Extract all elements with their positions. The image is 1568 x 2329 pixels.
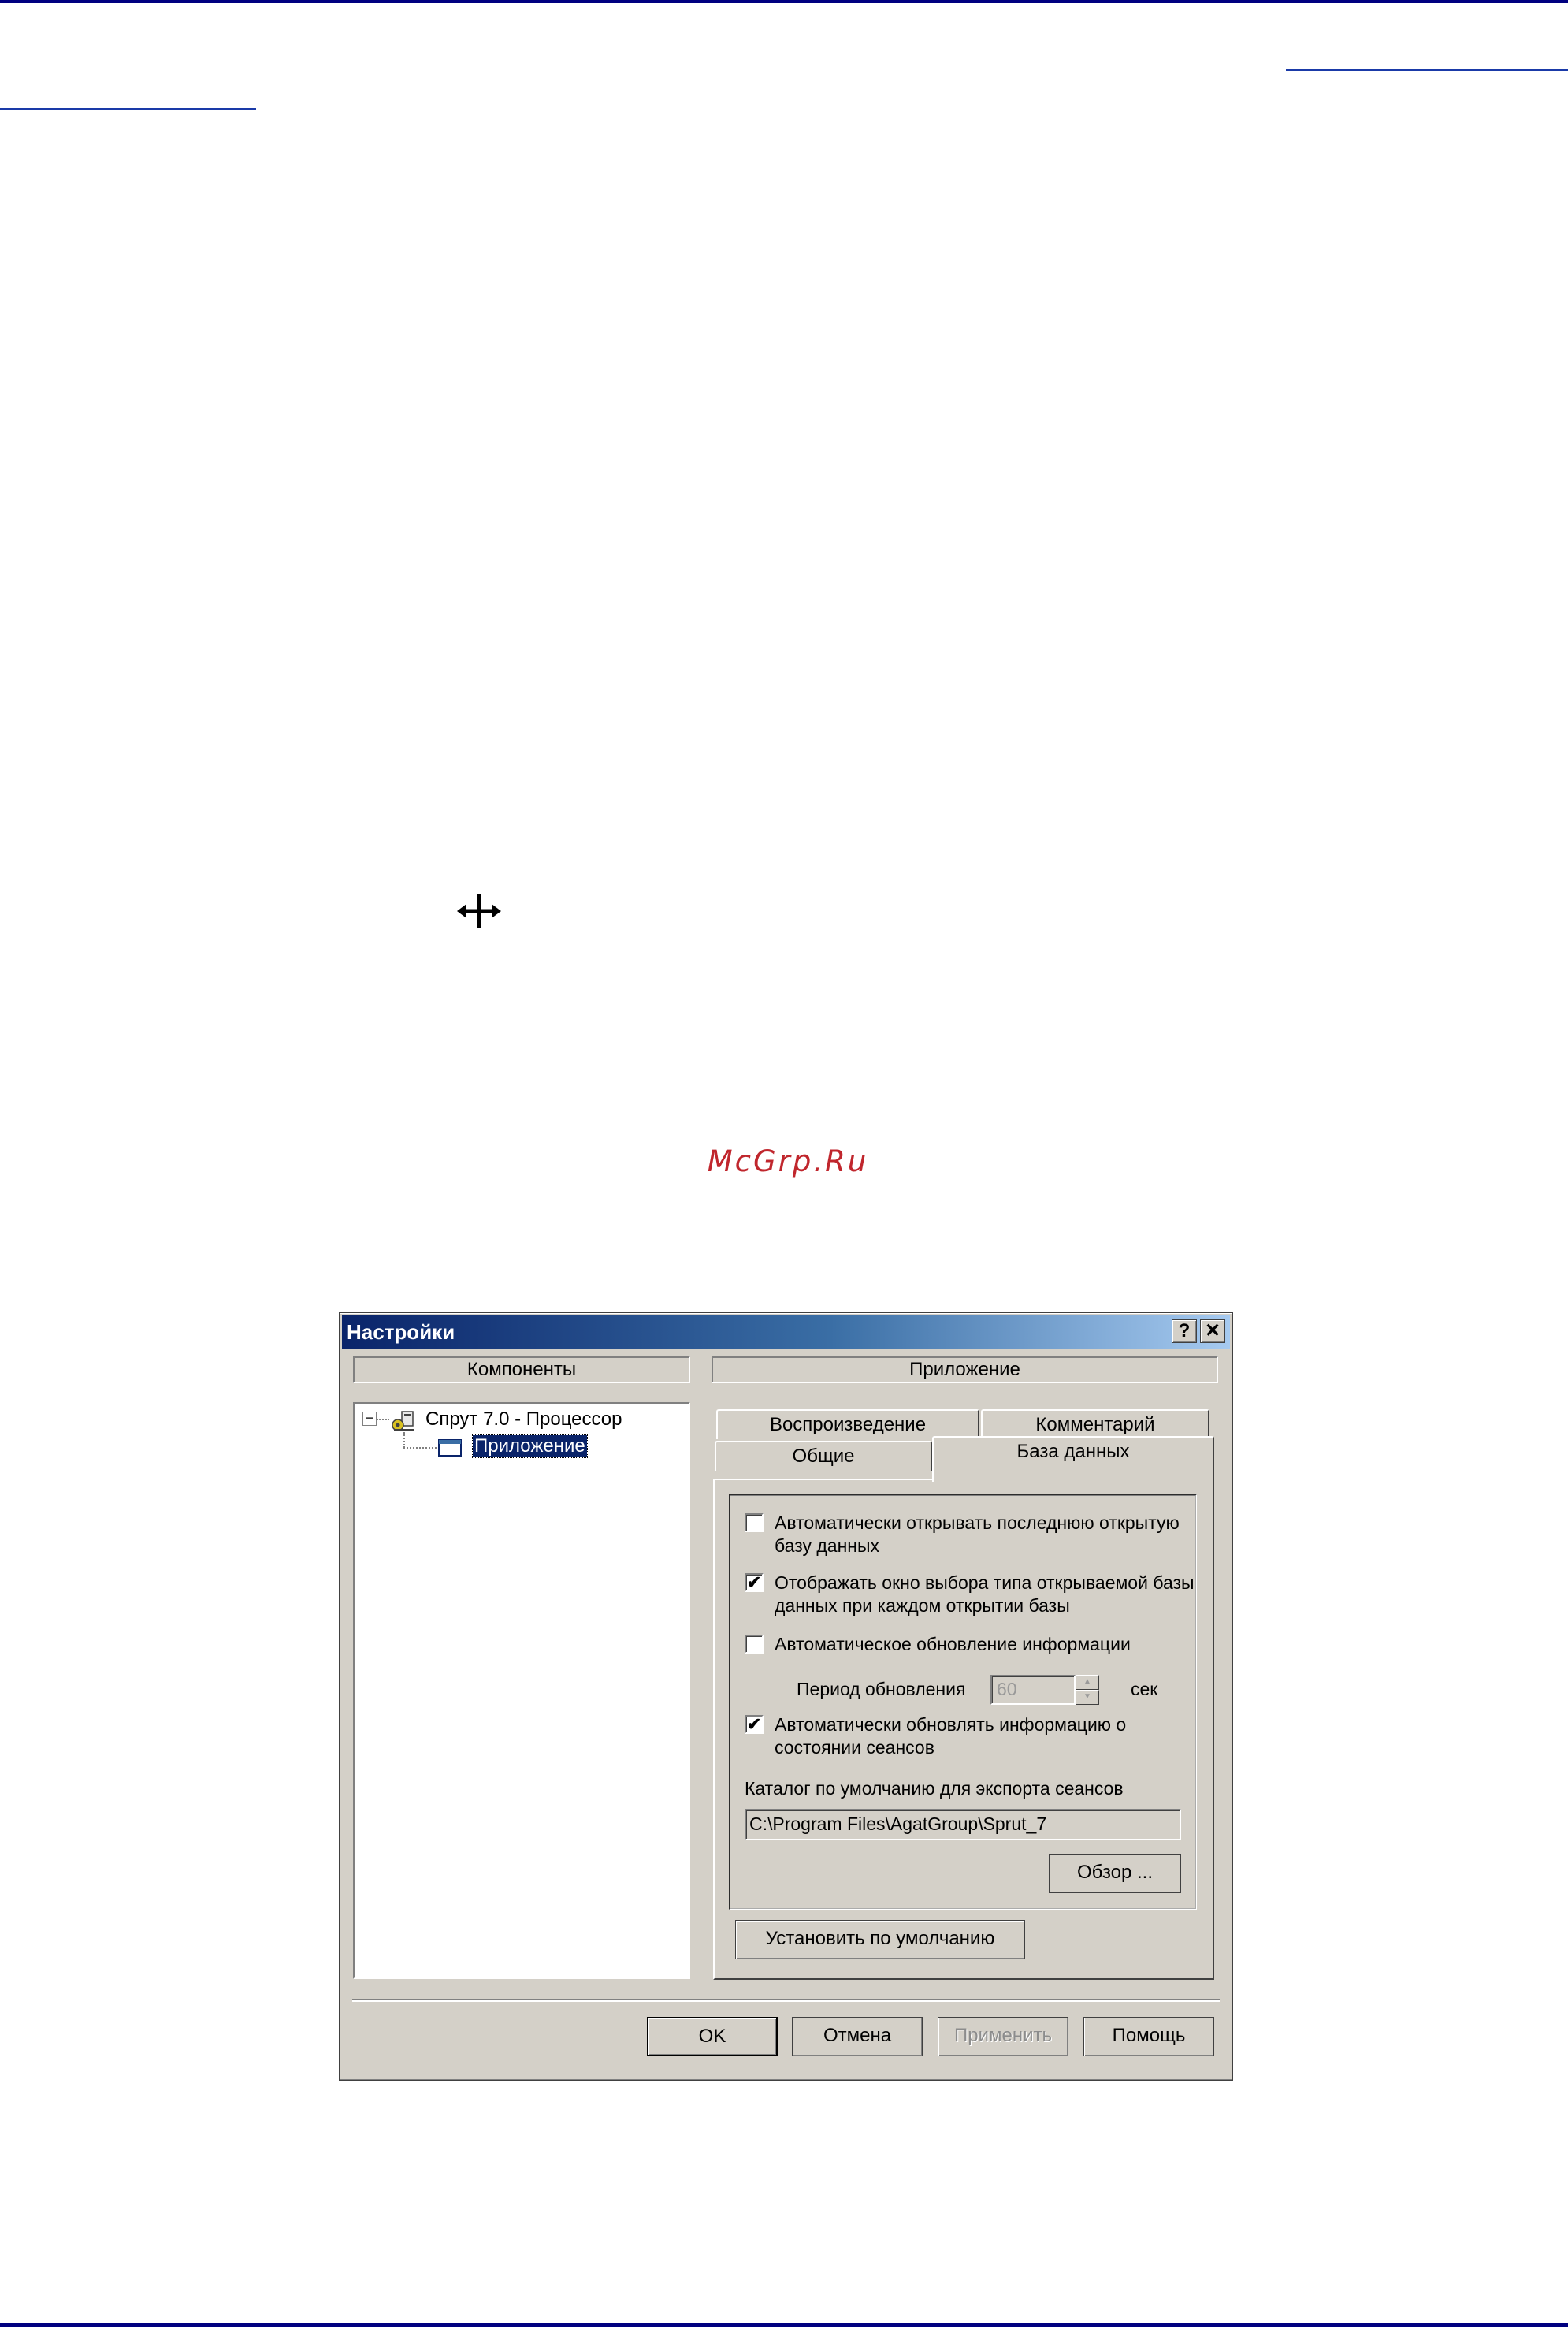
link-underline-continued[interactable]	[0, 108, 256, 110]
auto-refresh-label: Автоматическое обновление информации	[775, 1634, 1131, 1654]
components-header: Компоненты	[353, 1356, 690, 1383]
set-defaults-button[interactable]: Установить по умолчанию	[735, 1920, 1025, 1959]
spin-down-icon[interactable]: ▼	[1076, 1690, 1099, 1705]
bottom-rule	[0, 2323, 1568, 2327]
help-button[interactable]: Помощь	[1083, 2017, 1214, 2056]
watermark: McGrp.Ru	[707, 1144, 869, 1178]
tab-control: Воспроизведение Комментарий Общие База д…	[713, 1400, 1217, 1983]
refresh-period-unit: сек	[1131, 1679, 1158, 1699]
auto-update-sessions-label: Автоматически обновлять информацию о сос…	[775, 1714, 1127, 1758]
database-tab-panel: Автоматически открывать последнюю открыт…	[713, 1479, 1214, 1980]
cancel-button[interactable]: Отмена	[792, 2017, 923, 2056]
export-dir-label: Каталог по умолчанию для экспорта сеансо…	[745, 1778, 1124, 1799]
refresh-period-input[interactable]: 60	[990, 1675, 1076, 1705]
spin-up-icon[interactable]: ▲	[1076, 1675, 1099, 1690]
tab-general[interactable]: Общие	[715, 1441, 932, 1471]
browse-button[interactable]: Обзор ...	[1049, 1854, 1181, 1893]
link-underline-top[interactable]	[1286, 69, 1568, 71]
title-bar[interactable]: Настройки ? ✕	[342, 1315, 1230, 1349]
move-cursor-icon	[457, 894, 501, 928]
auto-update-sessions-checkbox[interactable]: ✔	[745, 1715, 764, 1734]
show-type-dialog-label: Отображать окно выбора типа открываемой …	[775, 1572, 1195, 1616]
refresh-period-label: Период обновления	[797, 1679, 966, 1699]
tree-connector	[377, 1419, 389, 1420]
tab-database[interactable]: База данных	[932, 1436, 1214, 1482]
refresh-period-spinner[interactable]: ▲ ▼	[1076, 1675, 1099, 1705]
ok-button[interactable]: OK	[647, 2017, 778, 2056]
tab-playback[interactable]: Воспроизведение	[716, 1409, 979, 1439]
components-tree[interactable]: − Спрут 7.0 - Процессор Приложение	[353, 1402, 690, 1979]
application-header: Приложение	[712, 1356, 1218, 1383]
top-rule	[0, 0, 1568, 3]
dialog-title: Настройки	[347, 1320, 455, 1344]
tree-connector	[403, 1432, 405, 1448]
auto-refresh-checkbox[interactable]	[745, 1635, 764, 1654]
window-icon	[438, 1439, 462, 1457]
tree-connector	[403, 1447, 437, 1449]
show-type-dialog-checkbox[interactable]: ✔	[745, 1573, 764, 1592]
auto-open-last-label: Автоматически открывать последнюю открыт…	[775, 1512, 1180, 1556]
database-options-group: Автоматически открывать последнюю открыт…	[729, 1494, 1197, 1910]
tree-item-processor[interactable]: Спрут 7.0 - Процессор	[425, 1408, 622, 1431]
processor-icon	[392, 1411, 414, 1431]
settings-dialog: Настройки ? ✕ Компоненты Приложение − Сп…	[339, 1312, 1233, 2081]
footer-separator	[352, 1999, 1220, 2002]
tab-comment[interactable]: Комментарий	[981, 1409, 1209, 1439]
apply-button[interactable]: Применить	[938, 2017, 1068, 2056]
export-dir-field[interactable]: C:\Program Files\AgatGroup\Sprut_7	[745, 1809, 1181, 1840]
help-title-button[interactable]: ?	[1172, 1319, 1197, 1343]
tree-collapse-icon[interactable]: −	[362, 1411, 377, 1426]
auto-open-last-checkbox[interactable]	[745, 1513, 764, 1532]
close-button[interactable]: ✕	[1200, 1319, 1225, 1343]
tree-item-application[interactable]: Приложение	[472, 1434, 588, 1458]
